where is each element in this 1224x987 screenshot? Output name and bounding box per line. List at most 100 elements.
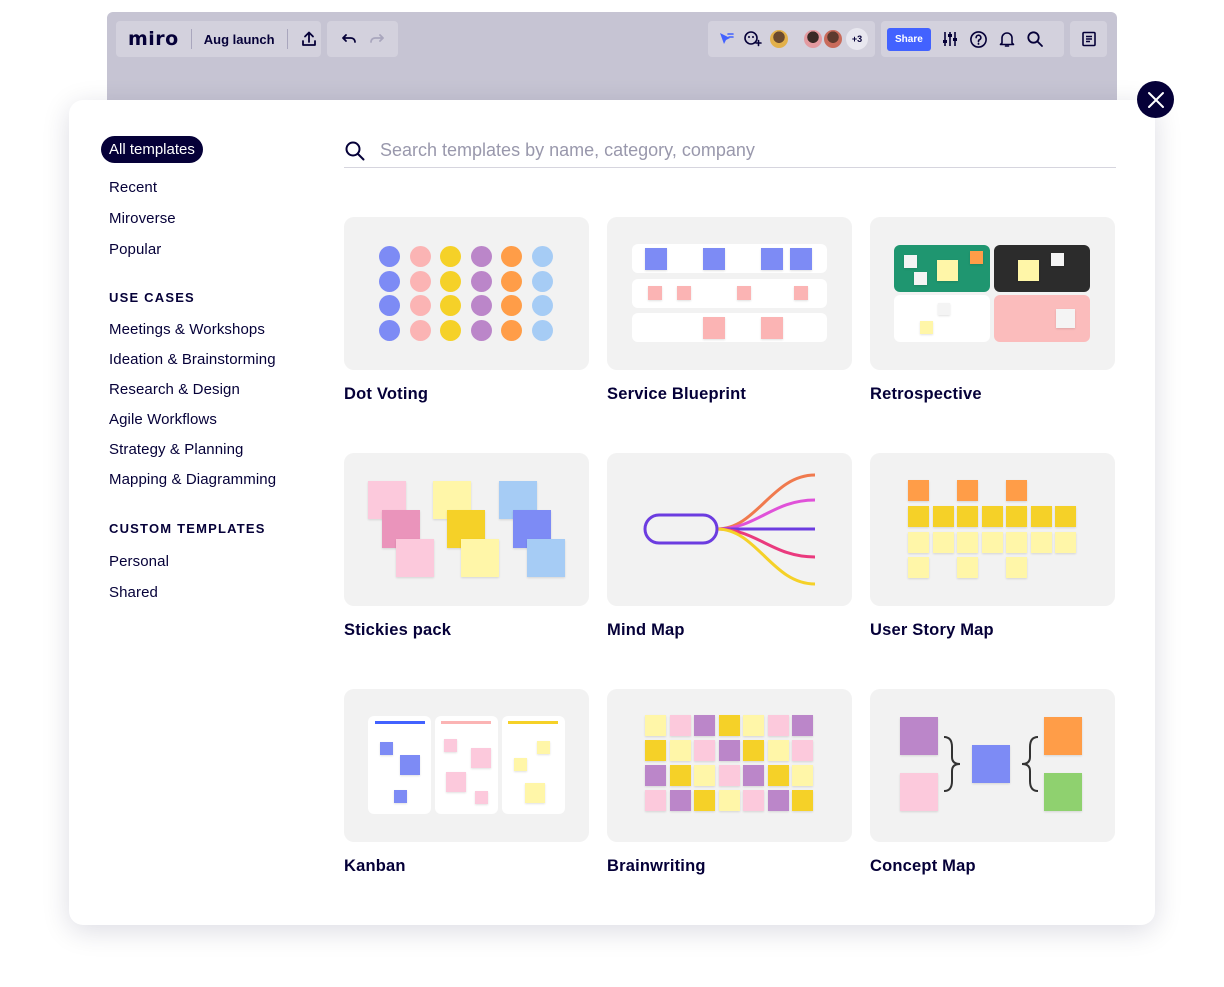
vote-dot <box>379 246 400 267</box>
sticky-note <box>645 740 666 761</box>
avatar[interactable] <box>768 28 790 50</box>
avatar[interactable] <box>802 28 824 50</box>
export-icon[interactable] <box>300 30 318 48</box>
sidebar-item-all-templates[interactable]: All templates <box>101 136 203 163</box>
close-modal-button[interactable] <box>1137 81 1174 118</box>
sidebar-item-miroverse[interactable]: Miroverse <box>101 203 321 234</box>
miro-logo: miro <box>128 28 179 50</box>
help-icon[interactable] <box>969 30 988 49</box>
sticky-note <box>908 480 929 501</box>
template-card-concept-map[interactable]: Concept Map <box>870 689 1115 876</box>
vote-dot <box>409 295 431 316</box>
sidebar-item-personal[interactable]: Personal <box>101 546 321 577</box>
sticky-note <box>1006 506 1027 527</box>
sidebar-item-popular[interactable]: Popular <box>101 234 321 265</box>
sticky-note <box>908 532 929 553</box>
vote-dot <box>409 319 431 341</box>
sidebar-item-strategy[interactable]: Strategy & Planning <box>101 435 321 465</box>
bell-icon[interactable] <box>998 30 1016 48</box>
vote-dot <box>440 270 461 292</box>
sidebar-item-research[interactable]: Research & Design <box>101 375 321 405</box>
use-cases-heading: USE CASES <box>109 290 195 305</box>
sidebar-item-agile[interactable]: Agile Workflows <box>101 405 321 435</box>
template-title: Service Blueprint <box>607 385 747 403</box>
template-title: Mind Map <box>607 621 685 639</box>
sticky-note <box>718 790 740 811</box>
sticky-note <box>981 506 1003 527</box>
sidebar-item-shared[interactable]: Shared <box>101 577 321 608</box>
notes-icon[interactable] <box>1080 30 1098 48</box>
vote-dot <box>501 295 522 316</box>
sidebar-item-recent[interactable]: Recent <box>101 172 321 203</box>
undo-icon[interactable] <box>340 30 358 48</box>
template-title: Kanban <box>344 857 406 875</box>
search-input[interactable] <box>380 140 1100 161</box>
template-card-user-story-map[interactable]: User Story Map <box>870 453 1115 640</box>
sticky-note <box>957 480 978 501</box>
settings-sliders-icon[interactable] <box>941 30 959 48</box>
add-collaborator-icon[interactable] <box>742 29 762 49</box>
template-card-mind-map[interactable]: Mind Map <box>607 453 852 640</box>
avatar[interactable] <box>822 28 844 50</box>
template-title: Brainwriting <box>607 857 706 875</box>
more-collaborators-count[interactable]: +3 <box>846 28 868 50</box>
share-button[interactable]: Share <box>887 27 931 51</box>
close-icon <box>1147 91 1165 109</box>
vote-dot <box>379 295 400 316</box>
sticky-note <box>694 715 715 736</box>
user-story-map-thumbnail <box>870 453 1115 606</box>
sticky-note <box>767 740 789 761</box>
template-card-stickies-pack[interactable]: Stickies pack <box>344 453 589 640</box>
sticky-note <box>645 715 666 736</box>
vote-dot <box>531 246 553 267</box>
divider <box>190 29 192 49</box>
template-title: Concept Map <box>870 857 976 875</box>
sidebar-item-meetings[interactable]: Meetings & Workshops <box>101 315 321 345</box>
cursor-follow-icon[interactable] <box>716 29 736 49</box>
vote-dot <box>501 270 522 292</box>
sticky-note <box>694 765 715 786</box>
template-card-retrospective[interactable]: Retrospective <box>870 217 1115 404</box>
board-name[interactable]: Aug launch <box>204 32 275 47</box>
template-card-brainwriting[interactable]: Brainwriting <box>607 689 852 876</box>
search-icon[interactable] <box>1026 30 1044 48</box>
template-title: Retrospective <box>870 385 982 403</box>
vote-dot <box>379 270 400 292</box>
redo-icon[interactable] <box>368 30 386 48</box>
sticky-note <box>743 715 764 736</box>
dot-voting-thumbnail <box>344 217 589 370</box>
kanban-thumbnail <box>344 689 589 842</box>
board-window: miro Aug launch +3 Share <box>107 12 1117 112</box>
sticky-note <box>1030 506 1052 527</box>
mind-map-thumbnail <box>607 453 852 606</box>
template-card-dot-voting[interactable]: Dot Voting <box>344 217 589 404</box>
sidebar-item-mapping[interactable]: Mapping & Diagramming <box>101 465 321 495</box>
template-card-service-blueprint[interactable]: Service Blueprint <box>607 217 852 404</box>
template-search <box>344 134 1116 168</box>
sticky-note <box>792 715 813 736</box>
sticky-note <box>932 532 954 553</box>
vote-dot <box>470 246 492 267</box>
template-card-kanban[interactable]: Kanban <box>344 689 589 876</box>
sticky-note <box>1006 532 1027 553</box>
divider <box>286 29 288 49</box>
sticky-note <box>1055 532 1076 553</box>
vote-dot <box>409 246 431 267</box>
vote-dot <box>470 270 492 292</box>
notes-panel-bar <box>1070 21 1107 57</box>
vote-dot <box>379 319 400 341</box>
template-title: User Story Map <box>870 621 994 639</box>
sticky-note <box>694 740 715 761</box>
sticky-note <box>645 790 666 811</box>
sticky-note <box>694 790 715 811</box>
sidebar-item-ideation[interactable]: Ideation & Brainstorming <box>101 345 321 375</box>
sticky-note <box>669 790 691 811</box>
sticky-note <box>743 765 764 786</box>
sticky-note <box>669 715 691 736</box>
vote-dot <box>440 319 461 341</box>
templates-sidebar: All templates Recent Miroverse Popular U… <box>101 136 321 608</box>
sticky-note <box>792 765 813 786</box>
vote-dot <box>531 270 553 292</box>
sticky-note <box>957 506 978 527</box>
vote-dot <box>531 295 553 316</box>
